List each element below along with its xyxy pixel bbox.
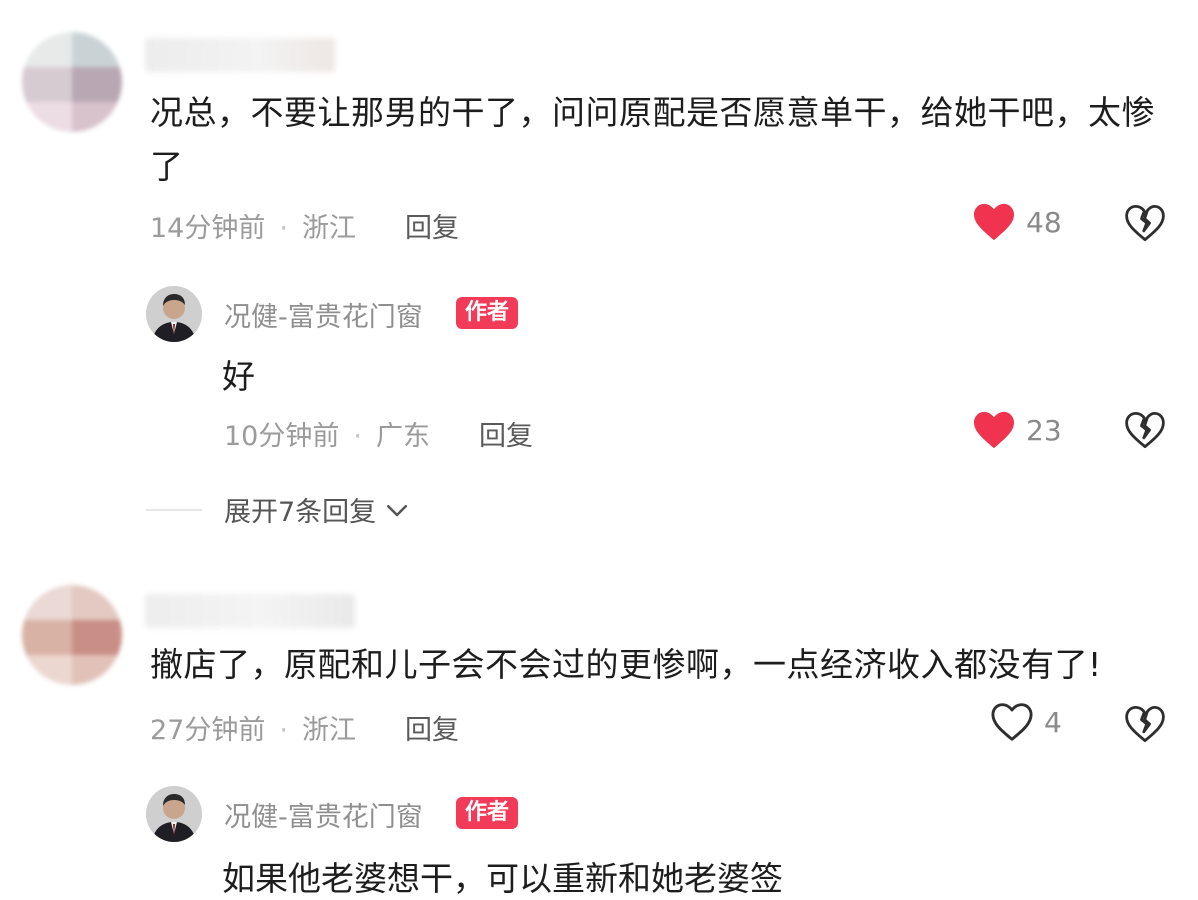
like-count: 4 [1044, 705, 1062, 739]
like-count: 23 [1026, 413, 1062, 447]
broken-heart-icon [1125, 411, 1165, 449]
commenter-avatar[interactable] [22, 32, 122, 132]
comment-2: 撤店了，原配和儿子会不会过的更惨啊，一点经济收入都没有了! 27分钟前 · 浙江 回… [0, 560, 1198, 898]
heart-icon [991, 703, 1033, 741]
like-button[interactable]: 48 [972, 202, 1062, 242]
like-button[interactable]: 4 [990, 702, 1062, 742]
broken-heart-icon [1125, 204, 1165, 242]
comment-1: 况总，不要让那男的干了，问问原配是否愿意单干，给她干吧，太惨了 14分钟前 · 浙江… [0, 0, 1198, 560]
author-badge: 作者 [456, 797, 519, 829]
author-reply-text: 如果他老婆想干，可以重新和她老婆签 [222, 859, 783, 898]
reply-button[interactable]: 回复 [479, 414, 533, 453]
chevron-down-icon [387, 504, 408, 516]
author-avatar[interactable] [146, 286, 202, 342]
comment-meta: 27分钟前 · 浙江 [150, 715, 356, 746]
dislike-button[interactable] [1124, 203, 1166, 247]
heart-icon [974, 411, 1014, 449]
author-badge: 作者 [456, 297, 519, 329]
author-photo [146, 786, 202, 842]
reply-button[interactable]: 回复 [405, 206, 459, 245]
comment-location: 浙江 [301, 715, 356, 746]
author-photo [146, 286, 202, 342]
broken-heart-icon [1125, 705, 1165, 743]
dislike-button[interactable] [1124, 704, 1166, 748]
author-name[interactable]: 况健-富贵花门窗 [224, 795, 423, 834]
comment-text: 况总，不要让那男的干了，问问原配是否愿意单干，给她干吧，太惨了 [150, 93, 1155, 186]
reply-time: 10分钟前 [224, 421, 340, 452]
comment-text: 撤店了，原配和儿子会不会过的更惨啊，一点经济收入都没有了! [150, 645, 1102, 684]
comment-time: 14分钟前 [150, 213, 266, 244]
author-reply-text: 好 [222, 357, 255, 396]
reply-button[interactable]: 回复 [405, 708, 459, 747]
dislike-button[interactable] [1124, 410, 1166, 454]
reply-location: 广东 [375, 421, 430, 452]
comment-meta: 14分钟前 · 浙江 [150, 213, 356, 244]
like-button[interactable]: 23 [972, 410, 1062, 450]
author-name[interactable]: 况健-富贵花门窗 [224, 295, 423, 334]
author-reply-meta: 10分钟前 · 广东 [224, 421, 430, 452]
comment-time: 27分钟前 [150, 715, 266, 746]
heart-icon [974, 203, 1014, 241]
commenter-name[interactable] [145, 594, 355, 628]
expand-replies-button[interactable]: 展开7条回复 [146, 490, 412, 529]
expand-replies-label: 展开7条回复 [224, 497, 377, 528]
commenter-avatar[interactable] [22, 585, 122, 685]
divider [146, 508, 202, 511]
like-count: 48 [1026, 205, 1062, 239]
author-avatar[interactable] [146, 786, 202, 842]
comment-location: 浙江 [301, 213, 356, 244]
commenter-name[interactable] [145, 38, 335, 72]
